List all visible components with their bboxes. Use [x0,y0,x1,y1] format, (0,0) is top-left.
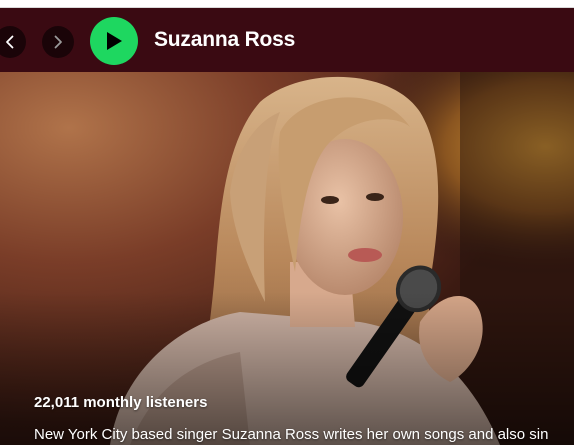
chevron-right-icon [54,35,62,49]
window-top-edge [0,0,574,8]
artist-name-title: Suzanna Ross [154,28,296,51]
artist-photo [0,72,574,445]
play-icon [107,32,122,50]
artist-bio-text: New York City based singer Suzanna Ross … [34,426,549,443]
artist-page: Suzanna Ross 22,011 monthly listeners Ne… [0,0,574,445]
back-button[interactable] [0,26,26,58]
forward-button[interactable] [42,26,74,58]
artist-hero-image [0,72,574,445]
monthly-listeners-count: 22,011 monthly listeners [34,394,208,411]
play-button[interactable] [90,17,138,65]
artist-header-bar: Suzanna Ross [0,8,574,72]
chevron-left-icon [6,35,14,49]
